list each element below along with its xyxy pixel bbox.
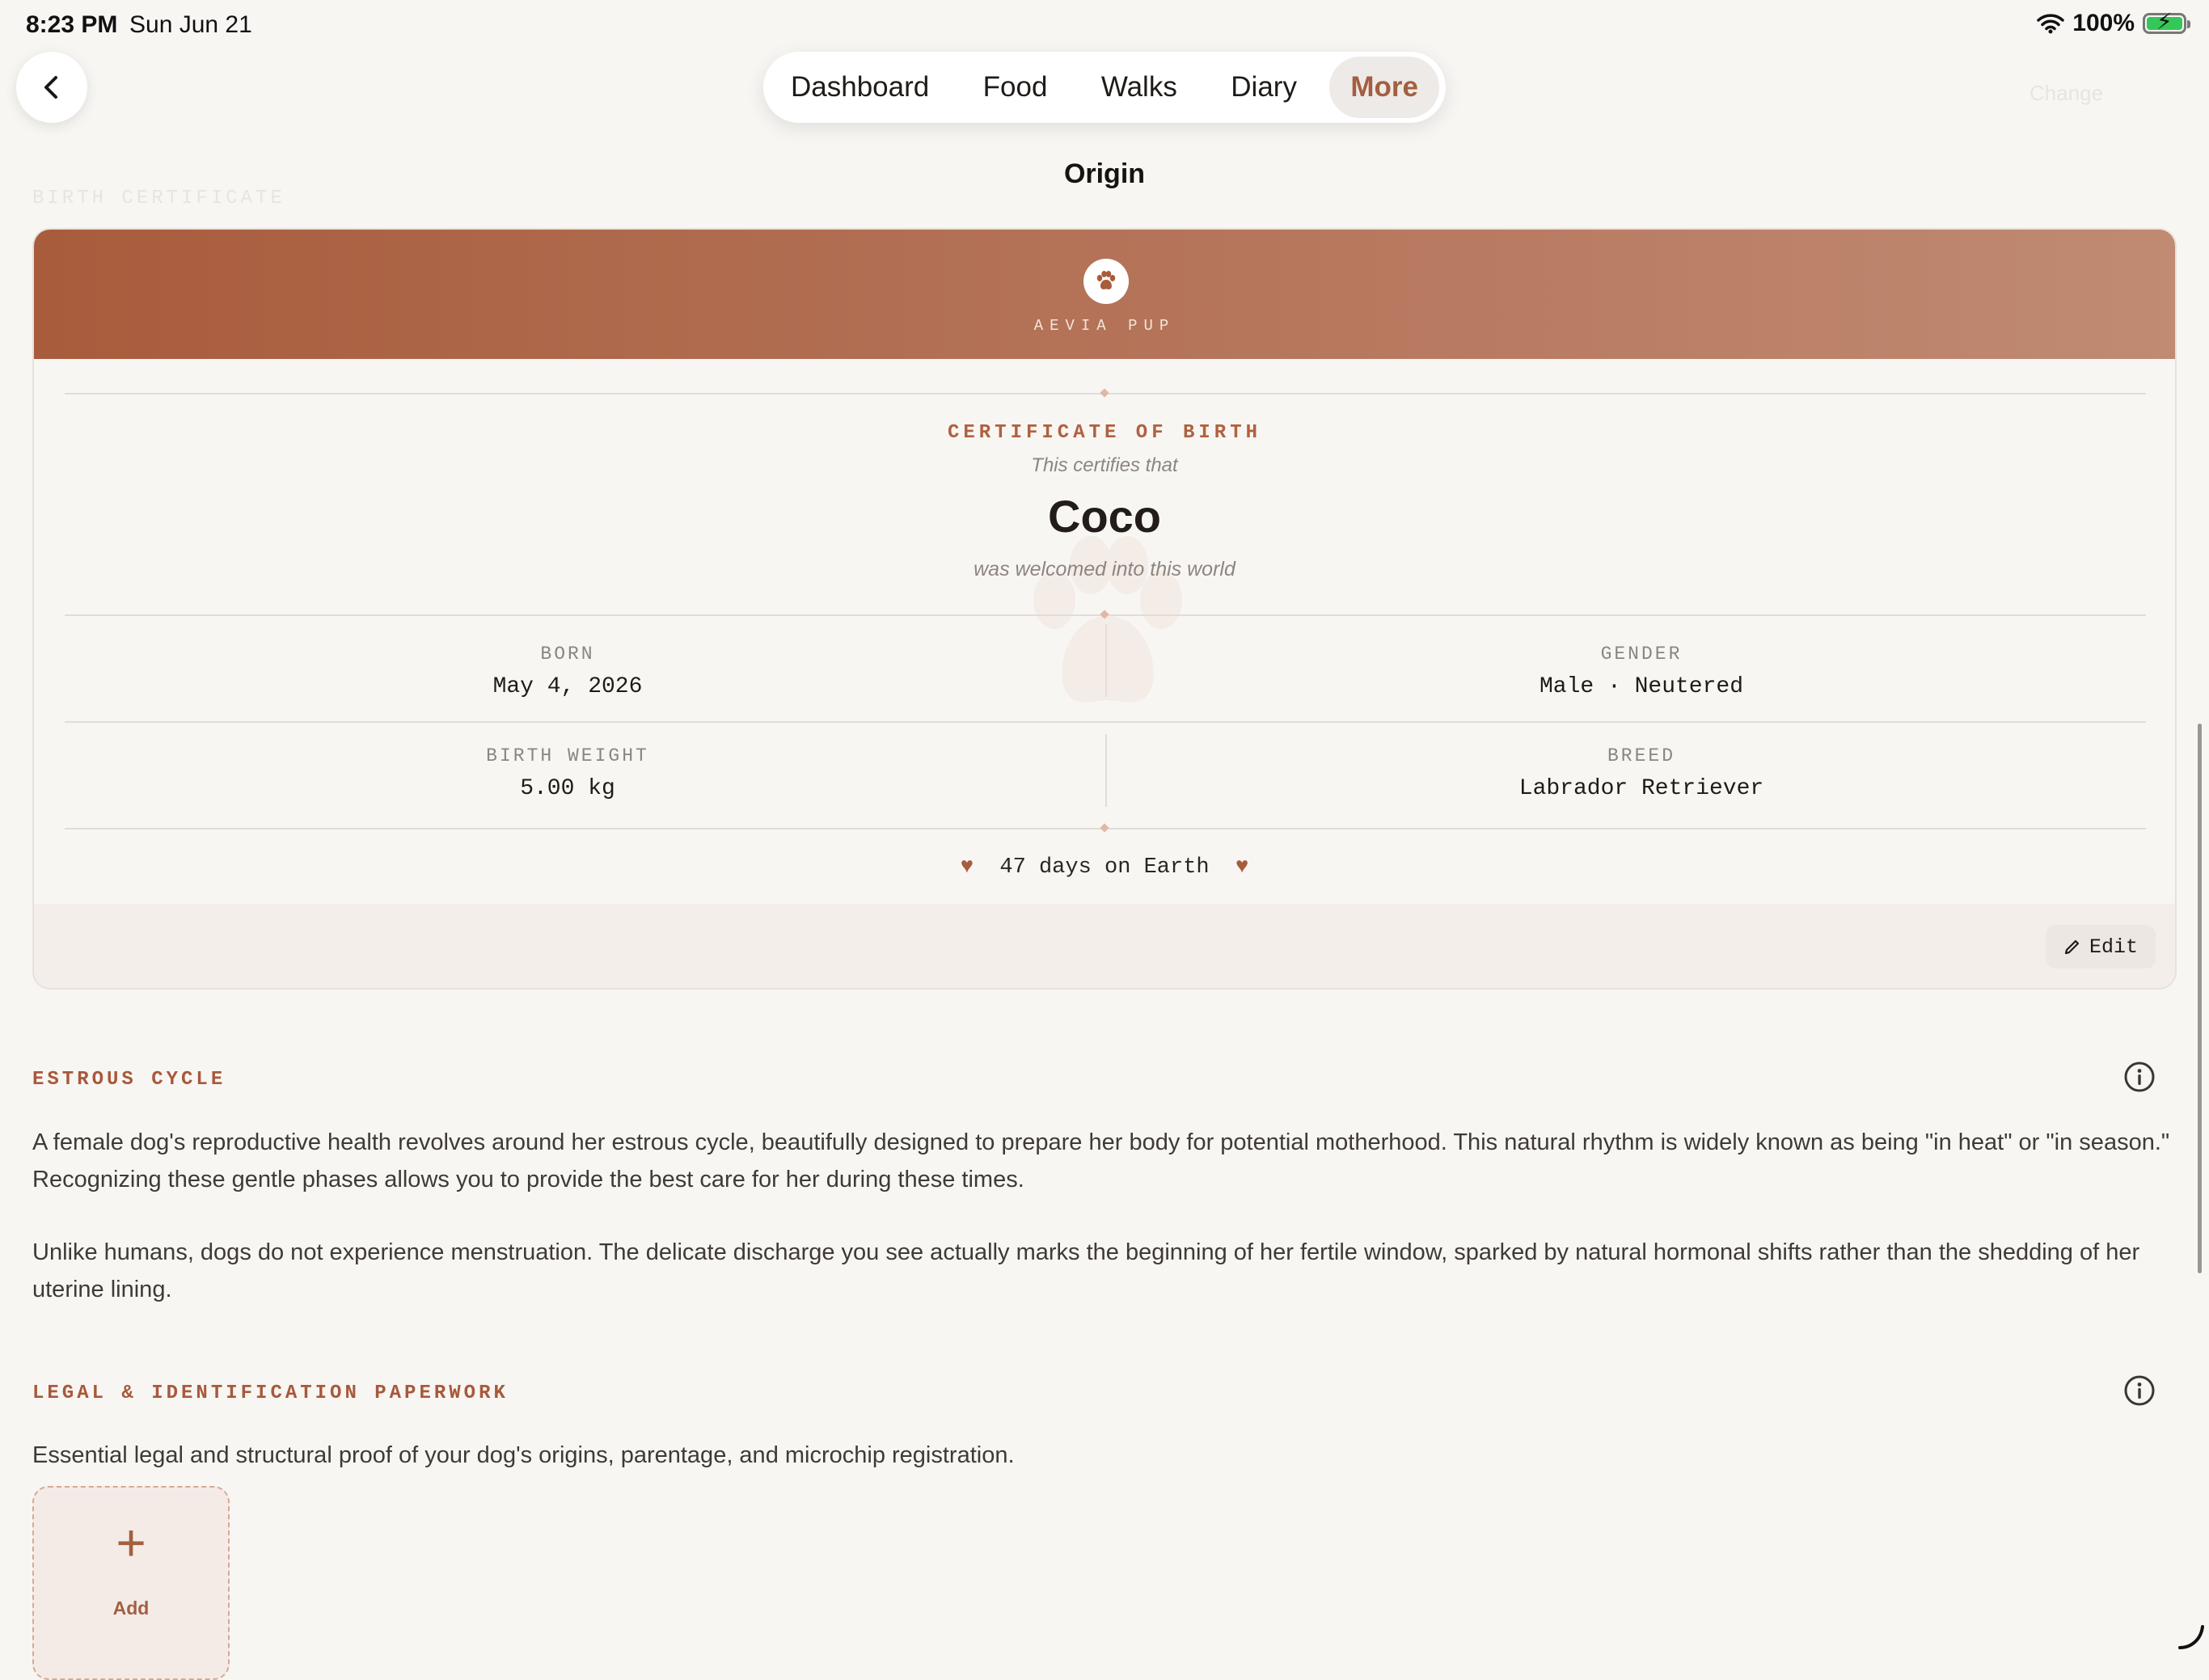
born-label: BORN [540, 644, 595, 665]
divider [65, 721, 2146, 723]
add-label: Add [112, 1598, 150, 1619]
section-label-birth-certificate: BIRTH CERTIFICATE [32, 188, 285, 209]
battery-icon: ⚡ [2143, 11, 2190, 34]
certificate-footer [34, 904, 2175, 988]
section-title-legal-paperwork: LEGAL & IDENTIFICATION PAPERWORK [32, 1382, 509, 1404]
column-divider [1105, 734, 1107, 807]
change-button[interactable]: Change [2029, 81, 2103, 106]
legal-description: Essential legal and structural proof of … [32, 1442, 1015, 1468]
gender-value: Male · Neutered [1539, 674, 1744, 699]
battery-percent: 100% [2072, 10, 2135, 36]
divider-ornament [1100, 823, 1109, 833]
pencil-icon [2064, 939, 2080, 955]
breed-label: BREED [1607, 745, 1675, 766]
status-indicators: 100% ⚡ [2037, 10, 2190, 37]
chevron-left-icon [44, 76, 57, 99]
heart-icon: ♥ [1235, 855, 1249, 880]
days-on-earth-text: 47 days on Earth [999, 855, 1210, 880]
paw-watermark-icon [1033, 536, 1182, 703]
status-time: 8:23 PM [26, 11, 118, 38]
age-counter: ♥ 47 days on Earth ♥ [34, 855, 2175, 880]
edit-button[interactable]: Edit [2045, 925, 2156, 969]
tab-walks[interactable]: Walks [1080, 57, 1198, 118]
paw-icon [1083, 259, 1129, 304]
tab-food[interactable]: Food [962, 57, 1069, 118]
certifies-text: This certifies that [1031, 454, 1178, 476]
top-tab-bar: Dashboard Food Walks Diary More [763, 52, 1446, 123]
scrollbar[interactable] [2198, 724, 2202, 1273]
info-icon[interactable] [2123, 1374, 2156, 1407]
page-title: Origin [1063, 158, 1146, 189]
column-divider [1105, 624, 1107, 697]
divider-ornament [1100, 388, 1109, 398]
estrous-description-2: Unlike humans, dogs do not experience me… [32, 1239, 2140, 1302]
birth-weight-value: 5.00 kg [520, 776, 615, 801]
gender-label: GENDER [1600, 644, 1683, 665]
section-title-estrous-cycle: ESTROUS CYCLE [32, 1069, 226, 1091]
scroll-indicator-icon [2178, 1625, 2204, 1649]
birth-weight-label: BIRTH WEIGHT [486, 745, 649, 766]
edit-label: Edit [2089, 935, 2138, 959]
info-icon[interactable] [2123, 1061, 2156, 1093]
wifi-icon [2037, 14, 2065, 34]
estrous-description-1: A female dog's reproductive health revol… [32, 1129, 2170, 1192]
born-value: May 4, 2026 [492, 674, 643, 699]
back-button[interactable] [16, 52, 87, 123]
welcomed-text: was welcomed into this world [974, 558, 1235, 580]
add-document-button[interactable]: + Add [32, 1486, 230, 1680]
plus-icon: + [116, 1513, 146, 1572]
breed-value: Labrador Retriever [1518, 776, 1764, 801]
tab-diary[interactable]: Diary [1210, 57, 1318, 118]
tab-dashboard[interactable]: Dashboard [770, 57, 950, 118]
tab-more[interactable]: More [1329, 57, 1439, 118]
heart-icon: ♥ [960, 855, 974, 880]
certificate-title: CERTIFICATE OF BIRTH [947, 422, 1262, 444]
birth-certificate-card: AEVIA PUP CERTIFICATE OF BIRTH This cert… [32, 228, 2177, 990]
status-date: Sun Jun 21 [129, 11, 252, 38]
brand-name: AEVIA PUP [1033, 317, 1176, 335]
